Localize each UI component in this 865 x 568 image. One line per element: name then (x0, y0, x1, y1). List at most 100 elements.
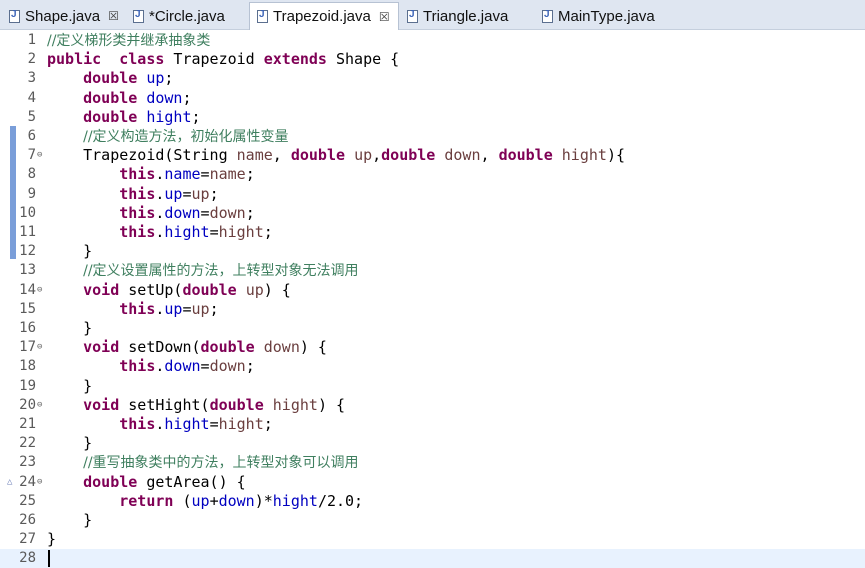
code-token: return (119, 491, 174, 510)
code-token: this (119, 415, 156, 433)
code-token: name (236, 146, 273, 165)
line-number: 1 (27, 32, 36, 48)
code-line[interactable]: 8 this.name=name; (0, 165, 865, 184)
line-number: 18 (19, 358, 36, 375)
code-line[interactable]: 13 //定义设置属性的方法，上转型对象无法调用 (0, 261, 865, 280)
code-text: } (47, 242, 92, 261)
code-line[interactable]: 19 } (0, 377, 865, 396)
line-number: 25 (19, 492, 36, 509)
code-token: hight (561, 146, 607, 165)
code-token: down (146, 88, 183, 107)
tab-trapezoid-java[interactable]: Trapezoid.java ☒ (249, 2, 399, 30)
line-number: 13 (19, 262, 36, 279)
code-line[interactable]: 15 this.up=up; (0, 300, 865, 319)
code-token: ; (245, 203, 255, 222)
code-token: name (209, 165, 246, 184)
code-token: down (164, 357, 201, 376)
code-token: class (119, 50, 165, 69)
java-file-icon (407, 9, 418, 23)
code-line[interactable]: 16 } (0, 319, 865, 338)
code-token: up (191, 299, 210, 318)
code-token: hight (164, 223, 210, 241)
code-line[interactable]: 12 } (0, 242, 865, 261)
code-line[interactable]: 2 public class Trapezoid extends Shape { (0, 50, 865, 69)
code-token: hight (164, 415, 210, 433)
tab-triangle-java[interactable]: Triangle.java (407, 3, 508, 29)
tab-label: Triangle.java (423, 7, 509, 25)
code-token: this (119, 299, 156, 318)
java-file-icon (542, 9, 553, 23)
line-number: 16 (19, 320, 36, 336)
fold-toggle-icon[interactable]: ⊖ (37, 399, 42, 411)
code-line[interactable]: 17 ⊖ void setDown(double down) { (0, 338, 865, 357)
tab-label: *Circle.java (149, 7, 225, 25)
code-line[interactable]: 4 double down; (0, 89, 865, 108)
code-line[interactable]: 14 ⊖ void setUp(double up) { (0, 281, 865, 300)
code-token: ; (263, 223, 273, 241)
code-token: , (372, 146, 382, 165)
code-line[interactable]: 11 this.hight=hight; (0, 223, 865, 242)
close-icon[interactable]: ☒ (379, 10, 390, 24)
code-text: this.up=up; (47, 184, 219, 204)
code-token: down (218, 491, 255, 510)
fold-toggle-icon[interactable]: ⊖ (37, 284, 42, 296)
code-token: double (182, 280, 237, 299)
code-line[interactable]: 7 ⊖ Trapezoid(String name, double up,doub… (0, 146, 865, 165)
java-file-icon (257, 9, 268, 23)
code-text: this.name=name; (47, 165, 254, 184)
line-number: 8 (27, 166, 36, 183)
code-token: double (200, 338, 255, 357)
code-line[interactable]: 3 double up; (0, 69, 865, 88)
code-line[interactable]: 25 return (up+down)*hight/2.0; (0, 492, 865, 511)
code-editor[interactable]: 1 //定义梯形类并继承抽象类 2 public class Trapezoid ex… (0, 31, 865, 568)
code-line[interactable]: 28 (0, 549, 865, 568)
tab-circle-java[interactable]: *Circle.java (133, 3, 225, 29)
code-token: ; (209, 184, 219, 203)
code-token: ; (245, 357, 255, 376)
code-line[interactable]: 23 //重写抽象类中的方法，上转型对象可以调用 (0, 453, 865, 472)
line-number: 6 (27, 128, 36, 144)
code-text: //重写抽象类中的方法，上转型对象可以调用 (47, 453, 359, 473)
code-token: ) { (263, 280, 291, 299)
code-text: } (47, 319, 92, 338)
line-number: 21 (19, 416, 36, 432)
code-text: //定义设置属性的方法，上转型对象无法调用 (47, 261, 358, 281)
code-token: up (191, 491, 210, 510)
code-token: = (200, 203, 210, 222)
code-line[interactable]: 24 ⊖ △ double getArea() { (0, 473, 865, 492)
fold-toggle-icon[interactable]: ⊖ (37, 476, 42, 488)
code-token: setHight( (119, 395, 210, 414)
code-token: //重写抽象类中的方法，上转型对象可以调用 (83, 455, 359, 472)
code-line[interactable]: 21 this.hight=hight; (0, 415, 865, 434)
code-token: void (83, 338, 120, 357)
code-line[interactable]: 27} (0, 530, 865, 549)
close-icon[interactable]: ☒ (108, 9, 119, 23)
code-line[interactable]: 5 double hight; (0, 108, 865, 127)
code-text: } (47, 511, 92, 530)
line-number: 3 (27, 70, 36, 87)
code-line[interactable]: 20 ⊖ void setHight(double hight) { (0, 396, 865, 415)
code-token: , (480, 146, 499, 165)
code-line[interactable]: 22 } (0, 434, 865, 453)
code-line[interactable]: 9 this.up=up; (0, 185, 865, 204)
code-token: } (47, 530, 57, 549)
code-token: = (209, 223, 219, 241)
code-line[interactable]: 26 } (0, 511, 865, 530)
code-text: this.down=down; (47, 357, 255, 376)
code-line[interactable]: 6 //定义构造方法，初始化属性变量 (0, 127, 865, 146)
code-token: double (83, 472, 138, 491)
fold-toggle-icon[interactable]: ⊖ (37, 149, 42, 161)
code-line[interactable]: 1 //定义梯形类并继承抽象类 (0, 31, 865, 50)
tab-shape-java[interactable]: Shape.java ☒ (9, 3, 119, 29)
code-token: ; (191, 107, 201, 126)
code-line[interactable]: 18 this.down=down; (0, 357, 865, 376)
fold-toggle-icon[interactable]: ⊖ (37, 341, 42, 353)
code-line[interactable]: 10 this.down=down; (0, 204, 865, 223)
code-token: } (47, 511, 93, 529)
code-token: this (119, 184, 156, 203)
code-token: ( (173, 491, 192, 510)
tab-maintype-java[interactable]: MainType.java (542, 3, 655, 29)
